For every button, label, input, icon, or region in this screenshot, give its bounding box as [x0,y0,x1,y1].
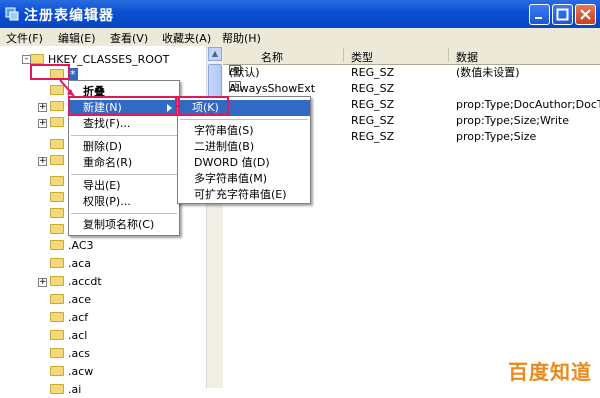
annotation-arrows [59,79,180,107]
watermark: 百度知道 [508,360,592,384]
